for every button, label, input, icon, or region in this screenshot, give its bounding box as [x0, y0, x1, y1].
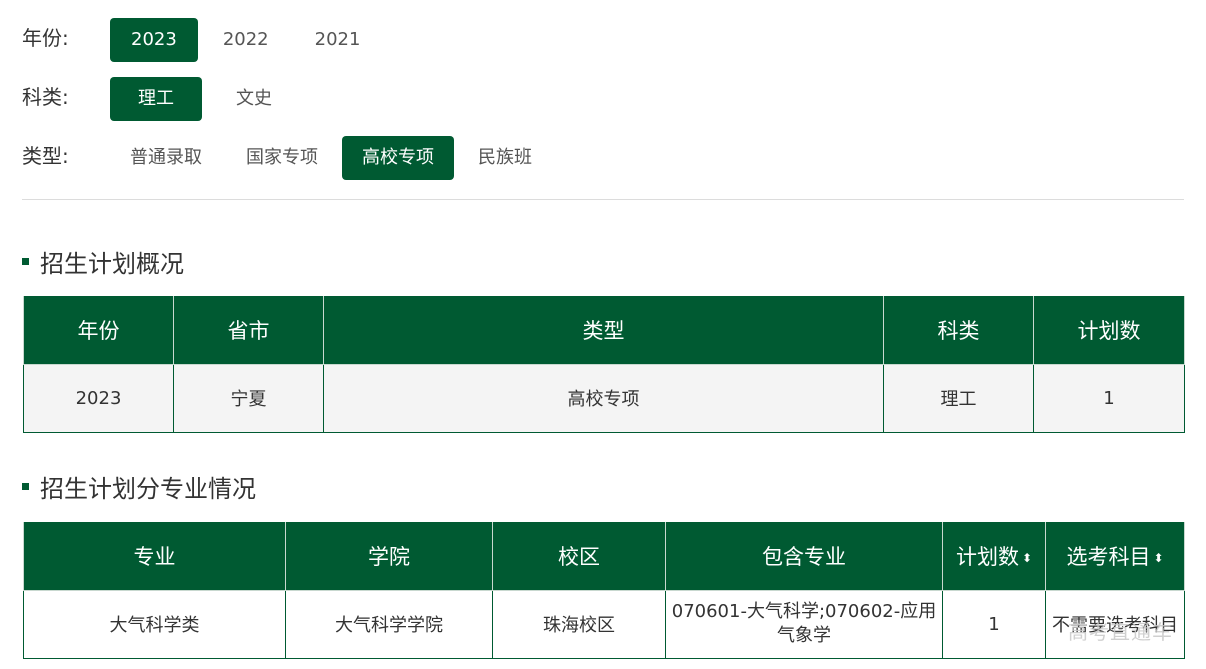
cell-included-majors: 070601-大气科学;070602-应用气象学	[665, 589, 943, 659]
year-filter-label: 年份:	[22, 25, 69, 50]
col-header-type: 类型	[323, 296, 884, 365]
type-filter-label: 类型:	[22, 143, 69, 168]
subject-filter: 科类: 理工 文史	[22, 77, 306, 121]
table-row: 2023 宁夏 高校专项 理工 1	[23, 363, 1185, 433]
year-option-2021[interactable]: 2021	[294, 18, 382, 62]
majors-section-title: 招生计划分专业情况	[22, 469, 256, 504]
cell-subject: 理工	[883, 363, 1034, 433]
type-filter: 类型: 普通录取 国家专项 高校专项 民族班	[22, 136, 556, 180]
col-header-major: 专业	[23, 522, 286, 591]
plan-count-header-label: 计划数	[955, 544, 1019, 569]
sort-icon[interactable]: ⬍	[1153, 552, 1163, 564]
type-option-university-special[interactable]: 高校专项	[342, 136, 454, 180]
cell-year: 2023	[23, 363, 174, 433]
subject-option-arts[interactable]: 文史	[206, 77, 302, 121]
overview-section-title: 招生计划概况	[22, 244, 184, 279]
type-option-regular[interactable]: 普通录取	[110, 136, 222, 180]
cell-college: 大气科学学院	[285, 589, 493, 659]
col-header-province: 省市	[173, 296, 324, 365]
divider	[22, 199, 1184, 200]
col-header-included-majors: 包含专业	[665, 522, 943, 591]
cell-major: 大气科学类	[23, 589, 286, 659]
majors-table: 专业 学院 校区 包含专业 计划数 ⬍ 选考科目 ⬍ 大气科学类 大气科学学院 珠海…	[23, 522, 1185, 659]
year-option-2023[interactable]: 2023	[110, 18, 198, 62]
col-header-plan-count-sortable[interactable]: 计划数 ⬍	[942, 522, 1046, 591]
watermark: 高考直通车	[1068, 620, 1173, 644]
subject-option-science[interactable]: 理工	[110, 77, 202, 121]
cell-type: 高校专项	[323, 363, 884, 433]
sort-icon[interactable]: ⬍	[1022, 552, 1032, 564]
col-header-plan-count: 计划数	[1033, 296, 1185, 365]
exam-subjects-header-label: 选考科目	[1066, 544, 1151, 569]
majors-title-text: 招生计划分专业情况	[40, 475, 256, 503]
cell-province: 宁夏	[173, 363, 324, 433]
table-header-row: 年份 省市 类型 科类 计划数	[23, 296, 1185, 365]
type-option-ethnic-class[interactable]: 民族班	[458, 136, 552, 180]
year-option-2022[interactable]: 2022	[202, 18, 290, 62]
type-option-national-special[interactable]: 国家专项	[226, 136, 338, 180]
col-header-subject: 科类	[883, 296, 1034, 365]
overview-table: 年份 省市 类型 科类 计划数 2023 宁夏 高校专项 理工 1	[23, 296, 1185, 433]
col-header-year: 年份	[23, 296, 174, 365]
square-bullet-icon	[22, 483, 29, 490]
table-header-row: 专业 学院 校区 包含专业 计划数 ⬍ 选考科目 ⬍	[23, 522, 1185, 591]
col-header-campus: 校区	[492, 522, 666, 591]
col-header-exam-subjects-sortable[interactable]: 选考科目 ⬍	[1045, 522, 1185, 591]
cell-plan-count: 1	[1033, 363, 1185, 433]
table-row: 大气科学类 大气科学学院 珠海校区 070601-大气科学;070602-应用气…	[23, 589, 1185, 659]
col-header-college: 学院	[285, 522, 493, 591]
cell-plan-count: 1	[942, 589, 1046, 659]
year-filter: 年份: 2023 2022 2021	[22, 18, 385, 62]
subject-filter-label: 科类:	[22, 84, 69, 109]
cell-campus: 珠海校区	[492, 589, 666, 659]
square-bullet-icon	[22, 258, 29, 265]
overview-title-text: 招生计划概况	[40, 250, 184, 278]
